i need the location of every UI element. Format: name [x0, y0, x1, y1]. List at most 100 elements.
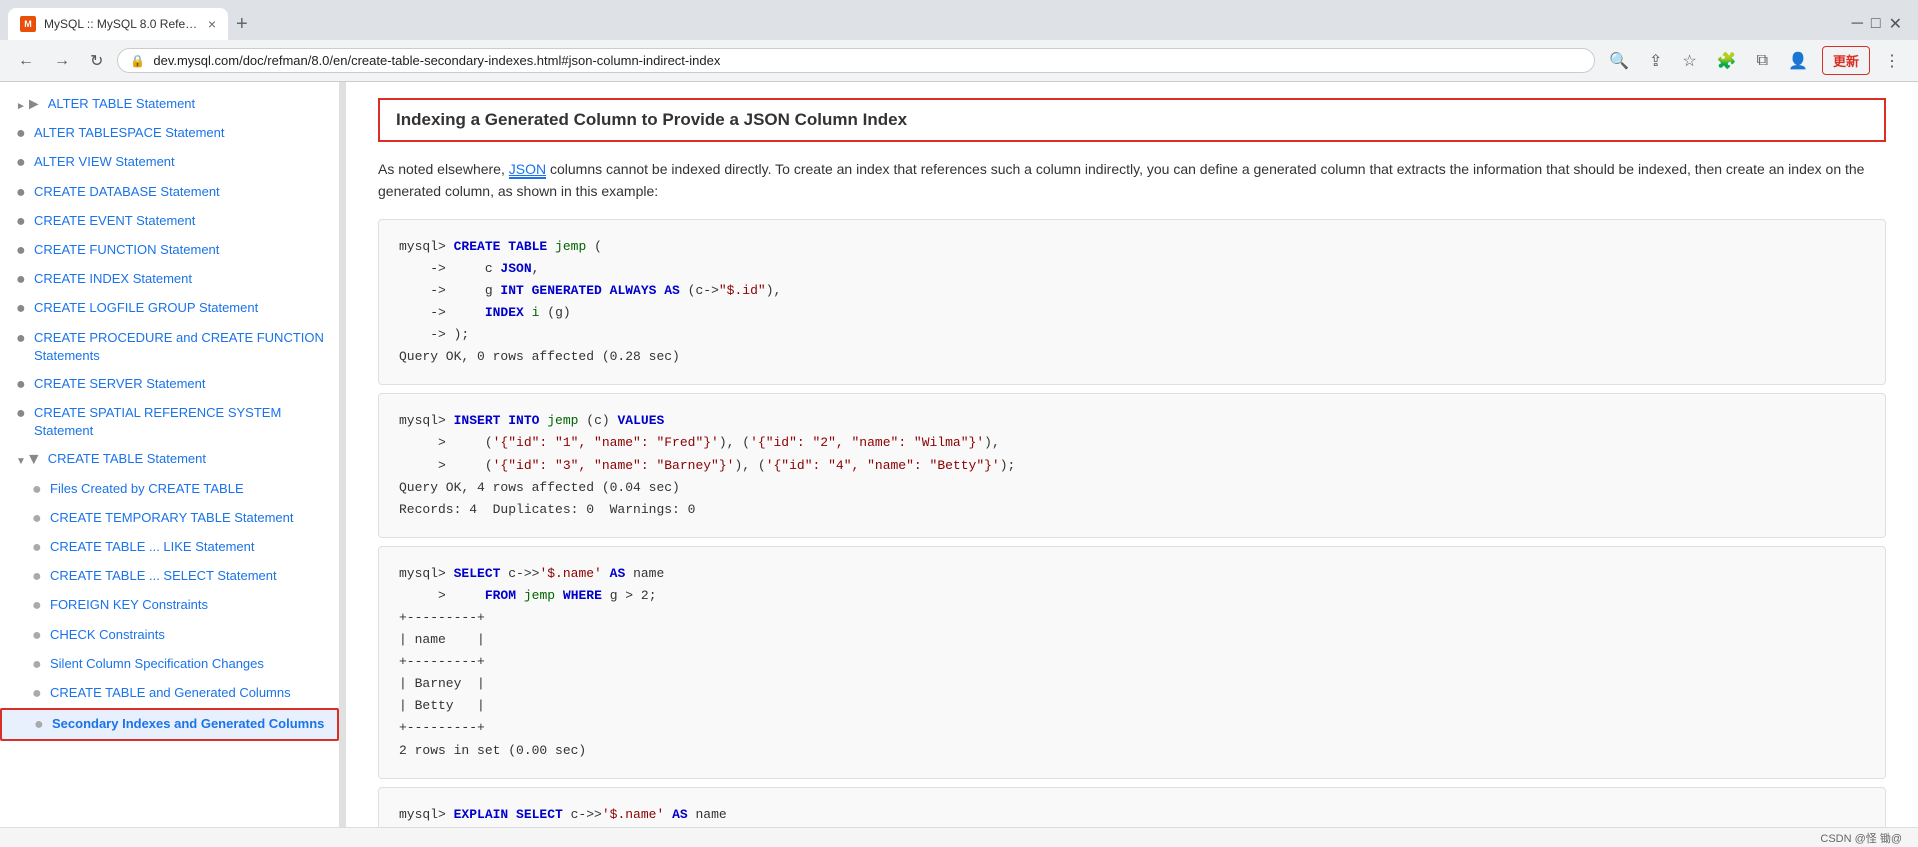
bullet-icon: ● [32, 567, 44, 586]
bullet-icon: ● [16, 212, 28, 231]
intro-paragraph: As noted elsewhere, JSON columns cannot … [378, 158, 1886, 203]
content-area[interactable]: Indexing a Generated Column to Provide a… [346, 82, 1918, 841]
tab-favicon: M [20, 16, 36, 32]
sidebar-item-foreign-key[interactable]: ● FOREIGN KEY Constraints [0, 591, 339, 620]
bullet-icon: ● [32, 480, 44, 499]
sidebar-item-label: CREATE TABLE ... LIKE Statement [50, 538, 327, 556]
tab-title: MySQL :: MySQL 8.0 Reference... [44, 17, 200, 31]
forward-button[interactable]: → [48, 48, 76, 74]
address-bar[interactable]: 🔒 dev.mysql.com/doc/refman/8.0/en/create… [117, 48, 1595, 73]
active-tab[interactable]: M MySQL :: MySQL 8.0 Reference... × [8, 8, 228, 40]
bullet-icon: ● [16, 270, 28, 289]
bullet-icon: ● [16, 375, 28, 394]
sidebar-item-label: Files Created by CREATE TABLE [50, 480, 327, 498]
code-block-create-table: mysql> CREATE TABLE jemp ( -> c JSON, ->… [378, 219, 1886, 386]
sidebar-item-create-spatial[interactable]: ● CREATE SPATIAL REFERENCE SYSTEM Statem… [0, 399, 339, 445]
bullet-icon: ● [16, 183, 28, 202]
menu-icon[interactable]: ⋮ [1878, 47, 1906, 75]
sidebar-item-create-procedure[interactable]: ● CREATE PROCEDURE and CREATE FUNCTION S… [0, 324, 339, 370]
sidebar-item-create-database[interactable]: ● CREATE DATABASE Statement [0, 178, 339, 207]
back-button[interactable]: ← [12, 48, 40, 74]
bullet-icon: ● [16, 299, 28, 318]
sidebar-item-check-constraints[interactable]: ● CHECK Constraints [0, 621, 339, 650]
main-layout: ► ALTER TABLE Statement ● ALTER TABLESPA… [0, 82, 1918, 841]
search-icon[interactable]: 🔍 [1603, 47, 1635, 75]
sidebar-item-label: CREATE FUNCTION Statement [34, 241, 327, 259]
bullet-icon: ● [16, 124, 28, 143]
sidebar-item-label: CREATE INDEX Statement [34, 270, 327, 288]
sidebar-item-label: Silent Column Specification Changes [50, 655, 327, 673]
close-window-button[interactable]: ✕ [1889, 14, 1902, 34]
tab-close-button[interactable]: × [208, 16, 216, 32]
code-block-insert: mysql> INSERT INTO jemp (c) VALUES > ('{… [378, 393, 1886, 537]
update-button[interactable]: 更新 [1822, 46, 1870, 75]
bullet-icon: ● [32, 626, 44, 645]
sidebar[interactable]: ► ALTER TABLE Statement ● ALTER TABLESPA… [0, 82, 340, 841]
bullet-icon: ● [32, 684, 44, 703]
sidebar-item-secondary-indexes[interactable]: ● Secondary Indexes and Generated Column… [0, 708, 339, 741]
sidebar-item-label: CREATE EVENT Statement [34, 212, 327, 230]
sidebar-item-silent-column[interactable]: ● Silent Column Specification Changes [0, 650, 339, 679]
sidebar-item-label: CREATE LOGFILE GROUP Statement [34, 299, 327, 317]
section-heading: Indexing a Generated Column to Provide a… [378, 98, 1886, 142]
sidebar-item-create-index[interactable]: ● CREATE INDEX Statement [0, 265, 339, 294]
bullet-icon: ● [34, 715, 46, 734]
lock-icon: 🔒 [130, 54, 145, 68]
bullet-icon: ● [16, 241, 28, 260]
minimize-button[interactable]: ─ [1852, 14, 1863, 34]
profile-icon[interactable]: 👤 [1782, 47, 1814, 75]
arrow-icon: ► [16, 95, 42, 114]
browser-actions: 🔍 ⇪ ☆ 🧩 ⧉ 👤 更新 ⋮ [1603, 46, 1906, 75]
json-link[interactable]: JSON [509, 161, 546, 179]
extensions-icon[interactable]: 🧩 [1711, 47, 1743, 75]
share-icon[interactable]: ⇪ [1643, 47, 1668, 75]
sidebar-item-create-table-select[interactable]: ● CREATE TABLE ... SELECT Statement [0, 562, 339, 591]
sidebar-item-label: ALTER VIEW Statement [34, 153, 327, 171]
bullet-icon: ● [32, 509, 44, 528]
sidebar-item-label: CREATE TABLE Statement [48, 450, 327, 468]
sidebar-item-label: CREATE SPATIAL REFERENCE SYSTEM Statemen… [34, 404, 327, 440]
bullet-icon: ● [32, 538, 44, 557]
sidebar-item-create-table-generated[interactable]: ● CREATE TABLE and Generated Columns [0, 679, 339, 708]
sidebar-item-label: CREATE PROCEDURE and CREATE FUNCTION Sta… [34, 329, 327, 365]
bullet-icon: ● [16, 329, 28, 348]
sidebar-item-label: CHECK Constraints [50, 626, 327, 644]
sidebar-item-files-created[interactable]: ● Files Created by CREATE TABLE [0, 475, 339, 504]
arrow-icon: ▼ [16, 450, 42, 469]
sidebar-item-alter-tablespace[interactable]: ● ALTER TABLESPACE Statement [0, 119, 339, 148]
sidebar-item-label: Secondary Indexes and Generated Columns [52, 715, 325, 733]
code-block-select: mysql> SELECT c->>'$.name' AS name > FRO… [378, 546, 1886, 779]
sidebar-item-label: CREATE TABLE and Generated Columns [50, 684, 327, 702]
sidebar-item-create-event[interactable]: ● CREATE EVENT Statement [0, 207, 339, 236]
sidebar-item-label: ALTER TABLESPACE Statement [34, 124, 327, 142]
tab-bar: M MySQL :: MySQL 8.0 Reference... × + ─ … [0, 0, 1918, 40]
split-icon[interactable]: ⧉ [1751, 48, 1774, 74]
sidebar-item-create-temporary[interactable]: ● CREATE TEMPORARY TABLE Statement [0, 504, 339, 533]
sidebar-item-alter-view[interactable]: ● ALTER VIEW Statement [0, 148, 339, 177]
sidebar-item-label: CREATE SERVER Statement [34, 375, 327, 393]
bullet-icon: ● [32, 655, 44, 674]
sidebar-item-label: ALTER TABLE Statement [48, 95, 327, 113]
sidebar-item-create-table[interactable]: ▼ CREATE TABLE Statement [0, 445, 339, 474]
sidebar-item-create-logfile[interactable]: ● CREATE LOGFILE GROUP Statement [0, 294, 339, 323]
maximize-button[interactable]: □ [1871, 14, 1881, 34]
address-url: dev.mysql.com/doc/refman/8.0/en/create-t… [153, 53, 1582, 68]
sidebar-item-label: CREATE DATABASE Statement [34, 183, 327, 201]
bullet-icon: ● [32, 596, 44, 615]
sidebar-item-create-table-like[interactable]: ● CREATE TABLE ... LIKE Statement [0, 533, 339, 562]
sidebar-item-label: CREATE TABLE ... SELECT Statement [50, 567, 327, 585]
refresh-button[interactable]: ↻ [84, 47, 109, 75]
sidebar-item-alter-table[interactable]: ► ALTER TABLE Statement [0, 90, 339, 119]
sidebar-item-label: CREATE TEMPORARY TABLE Statement [50, 509, 327, 527]
browser-controls: ← → ↻ 🔒 dev.mysql.com/doc/refman/8.0/en/… [0, 40, 1918, 81]
sidebar-item-label: FOREIGN KEY Constraints [50, 596, 327, 614]
bullet-icon: ● [16, 404, 28, 423]
new-tab-button[interactable]: + [228, 13, 256, 36]
star-icon[interactable]: ☆ [1676, 47, 1702, 75]
sidebar-item-create-server[interactable]: ● CREATE SERVER Statement [0, 370, 339, 399]
sidebar-item-create-function[interactable]: ● CREATE FUNCTION Statement [0, 236, 339, 265]
bullet-icon: ● [16, 153, 28, 172]
watermark-text: CSDN @怪 锄@ [1820, 830, 1902, 846]
bottom-bar: CSDN @怪 锄@ [0, 827, 1918, 847]
browser-chrome: M MySQL :: MySQL 8.0 Reference... × + ─ … [0, 0, 1918, 82]
